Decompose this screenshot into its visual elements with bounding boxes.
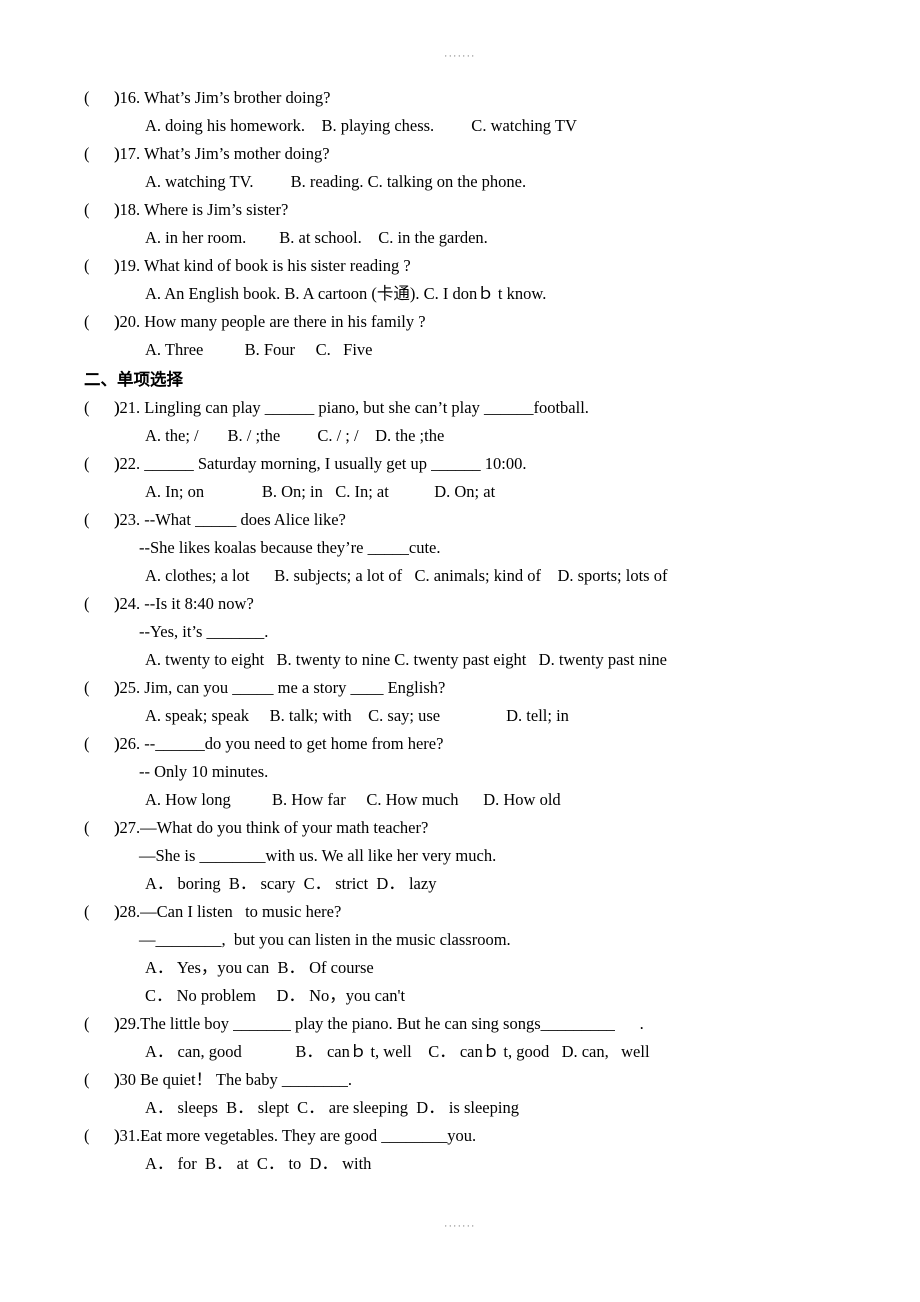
scan-ellipsis-top-icon: ·······	[444, 51, 476, 61]
section-heading-multiple-choice: 二、单项选择	[84, 370, 183, 389]
question-options[interactable]: A. the; / B. / ;the C. / ; / D. the ;the	[84, 422, 874, 450]
question-stem: )21. Lingling can play ______ piano, but…	[114, 398, 589, 417]
question-options[interactable]: A. watching TV. B. reading. C. talking o…	[84, 168, 874, 196]
question-row: ( ) )28.—Can I listen to music here?	[84, 898, 874, 926]
answer-bracket[interactable]: ( )	[84, 1066, 120, 1094]
question-row: ( ) )30 Be quiet！ The baby ________.	[84, 1066, 874, 1094]
answer-bracket[interactable]: ( )	[84, 1010, 120, 1038]
answer-bracket[interactable]: ( )	[84, 674, 120, 702]
answer-bracket[interactable]: ( )	[84, 1122, 120, 1150]
question-options[interactable]: A． sleeps B． slept C． are sleeping D． is…	[84, 1094, 874, 1122]
question-options[interactable]: A． for B． at C． to D． with	[84, 1150, 874, 1178]
scan-ellipsis-bottom-icon: ·······	[444, 1221, 476, 1231]
question-continuation: --Yes, it’s _______.	[139, 622, 269, 641]
question-options[interactable]: A. speak; speak B. talk; with C. say; us…	[84, 702, 874, 730]
question-continuation: —________, but you can listen in the mus…	[139, 930, 511, 949]
question-stem: )29.The little boy _______ play the pian…	[114, 1014, 644, 1033]
question-continuation: -- Only 10 minutes.	[139, 762, 269, 781]
question-options[interactable]: A. doing his homework. B. playing chess.…	[84, 112, 874, 140]
question-row: ( ) )17. What’s Jim’s mother doing?	[84, 140, 874, 168]
question-row: ( ) )20. How many people are there in hi…	[84, 308, 874, 336]
question-stem: )22. ______ Saturday morning, I usually …	[114, 454, 527, 473]
question-row: ( ) )25. Jim, can you _____ me a story _…	[84, 674, 874, 702]
question-options[interactable]: A. Three B. Four C. Five	[84, 336, 874, 364]
question-row: ( ) )27.—What do you think of your math …	[84, 814, 874, 842]
question-row: ( ) )24. --Is it 8:40 now?	[84, 590, 874, 618]
answer-bracket[interactable]: ( )	[84, 814, 120, 842]
question-options[interactable]: A． can, good B． canｂ t, well C． canｂ t, …	[84, 1038, 874, 1066]
question-options[interactable]: A. twenty to eight B. twenty to nine C. …	[84, 646, 874, 674]
question-row: ( ) )26. --______do you need to get home…	[84, 730, 874, 758]
exam-paper-page: ······· ( ) )16. What’s Jim’s brother do…	[0, 0, 920, 1302]
answer-bracket[interactable]: ( )	[84, 898, 120, 926]
question-stem: )18. Where is Jim’s sister?	[114, 200, 289, 219]
answer-bracket[interactable]: ( )	[84, 730, 120, 758]
question-row: ( ) )21. Lingling can play ______ piano,…	[84, 394, 874, 422]
question-stem: )17. What’s Jim’s mother doing?	[114, 144, 330, 163]
answer-bracket[interactable]: ( )	[84, 252, 120, 280]
question-stem: )27.—What do you think of your math teac…	[114, 818, 429, 837]
question-options[interactable]: A. In; on B. On; in C. In; at D. On; at	[84, 478, 874, 506]
question-stem: )25. Jim, can you _____ me a story ____ …	[114, 678, 446, 697]
answer-bracket[interactable]: ( )	[84, 506, 120, 534]
question-row: ( ) )19. What kind of book is his sister…	[84, 252, 874, 280]
question-continuation: --She likes koalas because they’re _____…	[139, 538, 441, 557]
question-row: ( ) )22. ______ Saturday morning, I usua…	[84, 450, 874, 478]
multiple-choice-questions-block: ( ) )21. Lingling can play ______ piano,…	[84, 394, 874, 1178]
question-options[interactable]: A． boring B． scary C． strict D． lazy	[84, 870, 874, 898]
question-stem: )26. --______do you need to get home fro…	[114, 734, 444, 753]
question-row: ( ) )29.The little boy _______ play the …	[84, 1010, 874, 1038]
question-row: ( ) )23. --What _____ does Alice like?	[84, 506, 874, 534]
question-row: ( ) )18. Where is Jim’s sister?	[84, 196, 874, 224]
answer-bracket[interactable]: ( )	[84, 196, 120, 224]
listening-questions-block: ( ) )16. What’s Jim’s brother doing? A. …	[84, 84, 874, 364]
question-options[interactable]: A. clothes; a lot B. subjects; a lot of …	[84, 562, 874, 590]
question-options[interactable]: A. How long B. How far C. How much D. Ho…	[84, 786, 874, 814]
answer-bracket[interactable]: ( )	[84, 590, 120, 618]
question-options[interactable]: A． Yes，you can B． Of course	[84, 954, 874, 982]
answer-bracket[interactable]: ( )	[84, 394, 120, 422]
question-stem: )16. What’s Jim’s brother doing?	[114, 88, 331, 107]
question-stem: )28.—Can I listen to music here?	[114, 902, 342, 921]
question-stem: )19. What kind of book is his sister rea…	[114, 256, 411, 275]
answer-bracket[interactable]: ( )	[84, 84, 120, 112]
question-stem: )31.Eat more vegetables. They are good _…	[114, 1126, 477, 1145]
answer-bracket[interactable]: ( )	[84, 308, 120, 336]
question-continuation: —She is ________with us. We all like her…	[139, 846, 497, 865]
question-options[interactable]: A. in her room. B. at school. C. in the …	[84, 224, 874, 252]
question-stem: )24. --Is it 8:40 now?	[114, 594, 254, 613]
question-stem: )20. How many people are there in his fa…	[114, 312, 426, 331]
question-row: ( ) )16. What’s Jim’s brother doing?	[84, 84, 874, 112]
answer-bracket[interactable]: ( )	[84, 140, 120, 168]
answer-bracket[interactable]: ( )	[84, 450, 120, 478]
question-options[interactable]: A. An English book. B. A cartoon (卡通). C…	[84, 280, 874, 308]
question-options-second-row[interactable]: C． No problem D． No，you can't	[84, 982, 874, 1010]
document-body: ( ) )16. What’s Jim’s brother doing? A. …	[84, 84, 874, 1178]
question-stem: )30 Be quiet！ The baby ________.	[114, 1070, 352, 1089]
question-stem: )23. --What _____ does Alice like?	[114, 510, 346, 529]
question-row: ( ) )31.Eat more vegetables. They are go…	[84, 1122, 874, 1150]
